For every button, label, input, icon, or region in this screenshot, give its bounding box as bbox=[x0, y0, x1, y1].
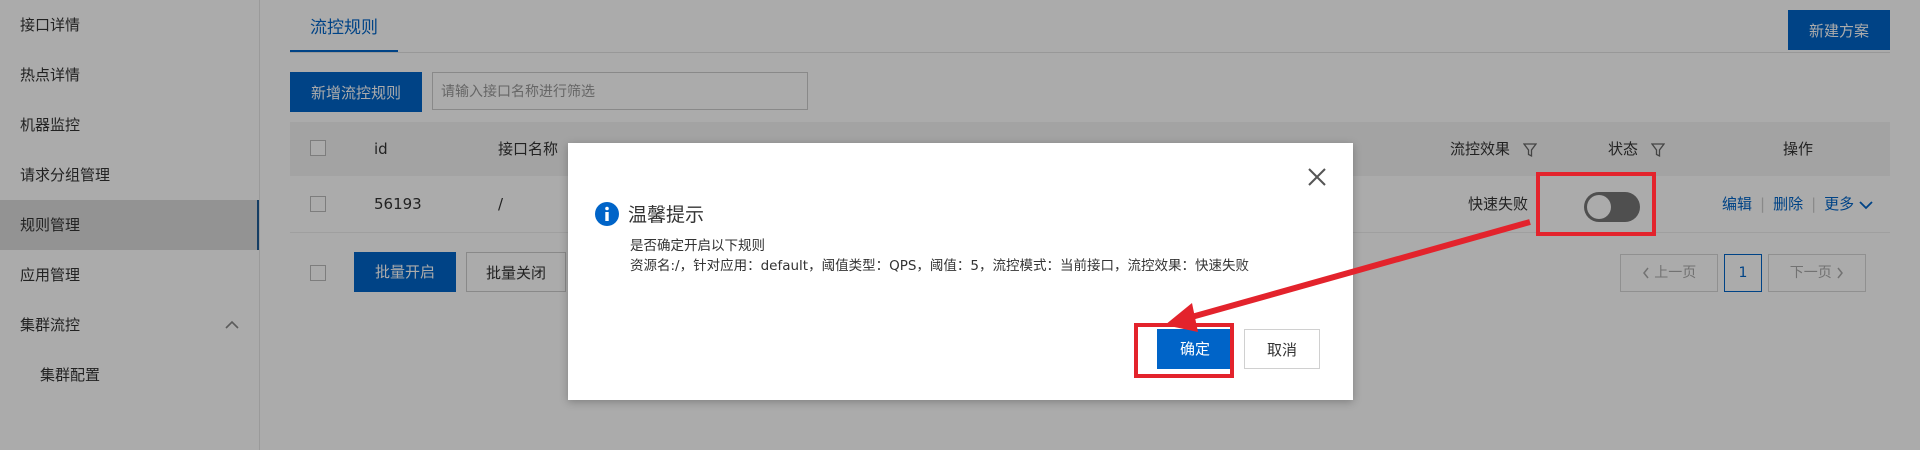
confirm-dialog: 温馨提示 是否确定开启以下规则 资源名:/，针对应用：default，阈值类型：… bbox=[568, 143, 1353, 400]
annotation-box-confirm bbox=[1134, 323, 1234, 378]
dialog-title: 温馨提示 bbox=[628, 204, 705, 226]
dialog-message: 是否确定开启以下规则 bbox=[630, 238, 765, 254]
info-icon bbox=[595, 202, 619, 226]
close-icon[interactable] bbox=[1305, 165, 1329, 189]
annotation-box-toggle bbox=[1536, 172, 1656, 236]
dialog-rule-detail: 资源名:/，针对应用：default，阈值类型：QPS，阈值：5，流控模式：当前… bbox=[630, 258, 1250, 274]
cancel-button[interactable]: 取消 bbox=[1244, 329, 1320, 369]
